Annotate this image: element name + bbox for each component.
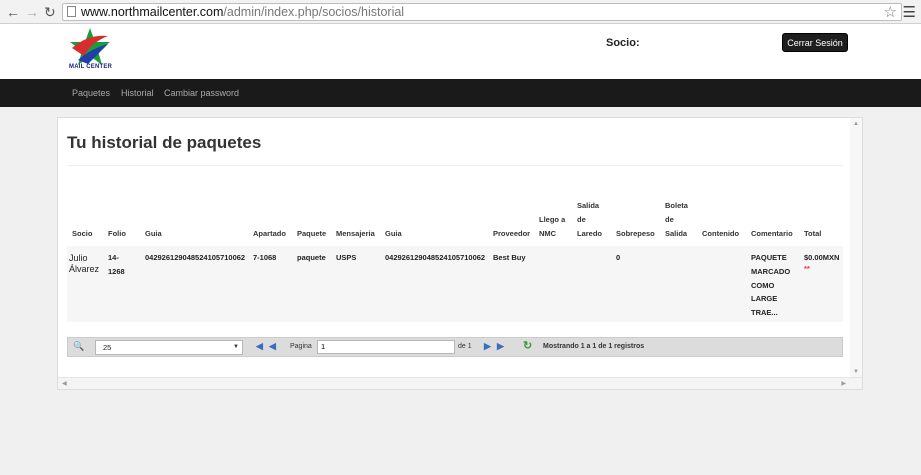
header-boleta-line3[interactable]: Salida	[665, 227, 687, 240]
cell-comentario-line3: COMO	[751, 281, 775, 290]
header-socio[interactable]: Socio	[72, 227, 92, 240]
header-folio[interactable]: Folio	[108, 227, 126, 240]
header-contenido[interactable]: Contenido	[702, 227, 739, 240]
header-llego-line2[interactable]: NMC	[539, 227, 556, 240]
title-divider	[67, 165, 843, 166]
cell-comentario-line2: MARCADO	[751, 267, 791, 276]
header-total[interactable]: Total	[804, 227, 821, 240]
cell-paquete: paquete	[297, 253, 326, 262]
url-host: www.northmailcenter.com	[81, 5, 224, 19]
page-title: Tu historial de paquetes	[67, 133, 262, 152]
nav-item-paquetes[interactable]: Paquetes	[72, 88, 110, 98]
prev-page-icon[interactable]: ◀	[269, 341, 276, 352]
header-salida-line1[interactable]: Salida	[577, 199, 599, 212]
last-page-icon[interactable]: ▶	[497, 341, 504, 352]
header-guia[interactable]: Guia	[145, 227, 162, 240]
main-navbar: Paquetes Historial Cambiar password	[0, 79, 921, 107]
cell-mensajeria: USPS	[336, 253, 357, 262]
page-icon	[67, 6, 76, 17]
page-size-value: 25	[103, 343, 112, 352]
scroll-left-icon[interactable]: ◀	[62, 380, 67, 387]
of-pages-label: de 1	[458, 343, 472, 350]
header-proveedor[interactable]: Proveedor	[493, 227, 530, 240]
forward-icon[interactable]: →	[25, 4, 39, 20]
header-paquete[interactable]: Paquete	[297, 227, 326, 240]
socio-label: Socio:	[606, 37, 640, 49]
reload-icon[interactable]: ↻	[44, 4, 56, 20]
chevron-down-icon: ▼	[233, 344, 239, 350]
address-bar[interactable]: www.northmailcenter.com/admin/index.php/…	[62, 3, 902, 21]
browser-menu-icon[interactable]: ☰	[903, 3, 916, 21]
header-boleta-line2[interactable]: de	[665, 213, 674, 226]
scroll-right-icon[interactable]: ▶	[841, 380, 846, 387]
first-page-icon[interactable]: ◀	[256, 341, 263, 352]
scroll-down-icon[interactable]: ▼	[853, 369, 859, 375]
bookmark-star-icon[interactable]: ☆	[884, 3, 897, 21]
pagina-label: Pagina	[290, 343, 312, 350]
logout-button[interactable]: Cerrar Sesión	[782, 33, 848, 52]
page-input[interactable]: 1	[317, 340, 455, 354]
next-page-icon[interactable]: ▶	[484, 341, 491, 352]
browser-toolbar: ← → ↻ www.northmailcenter.com/admin/inde…	[0, 0, 921, 24]
cell-folio-line1: 14-	[108, 253, 119, 262]
cell-guia-2: 04292612904852410571006​2	[385, 253, 486, 262]
cell-apartado: 7-1068	[253, 253, 277, 262]
vertical-scrollbar[interactable]: ▲ ▼	[850, 118, 862, 378]
site-header: MAIL CENTER Socio: Cerrar Sesión	[0, 24, 921, 79]
content-panel: Tu historial de paquetes Socio Folio Gui…	[57, 117, 863, 390]
page-size-select[interactable]: 25 ▼	[95, 340, 243, 355]
cell-guia: 04292612904852410571006​2	[145, 253, 246, 262]
header-guia-2[interactable]: Guia	[385, 227, 402, 240]
url-path: /admin/index.php/socios/historial	[223, 5, 405, 19]
cell-folio-line2: 1268	[108, 267, 125, 276]
logo-text: MAIL CENTER	[69, 64, 113, 70]
header-comentario[interactable]: Comentario	[751, 227, 793, 240]
cell-comentario-line1: PAQUETE	[751, 253, 787, 262]
cell-comentario-line5: TRAE...	[751, 308, 778, 317]
header-salida-line2[interactable]: de	[577, 213, 586, 226]
header-mensajeria[interactable]: Mensajeria	[336, 227, 375, 240]
cell-sobrepeso: 0	[616, 253, 621, 262]
pager-bar: 🔍 25 ▼ ◀ ◀ Pagina 1 de 1 ▶ ▶ ↻ Mostrando…	[67, 337, 843, 357]
header-boleta-line1[interactable]: Boleta	[665, 199, 688, 212]
header-sobrepeso[interactable]: Sobrepeso	[616, 227, 655, 240]
nav-item-historial[interactable]: Historial	[121, 88, 154, 98]
back-icon[interactable]: ←	[6, 4, 20, 20]
horizontal-scrollbar[interactable]: ◀ ▶	[58, 377, 862, 389]
refresh-icon[interactable]: ↻	[523, 339, 532, 352]
scroll-up-icon[interactable]: ▲	[853, 121, 859, 127]
records-info: Mostrando 1 a 1 de 1 registros	[543, 343, 645, 350]
cell-proveedor: Best Buy	[493, 253, 526, 262]
header-llego-line1[interactable]: Llego a	[539, 213, 565, 226]
cell-total-mark: **	[804, 264, 810, 273]
nav-item-cambiar-password[interactable]: Cambiar password	[164, 88, 239, 98]
header-apartado[interactable]: Apartado	[253, 227, 286, 240]
cell-comentario-line4: LARGE	[751, 294, 778, 303]
header-salida-line3[interactable]: Laredo	[577, 227, 602, 240]
cell-socio-line2: Álvarez	[69, 264, 100, 274]
search-icon[interactable]: 🔍	[73, 341, 84, 352]
